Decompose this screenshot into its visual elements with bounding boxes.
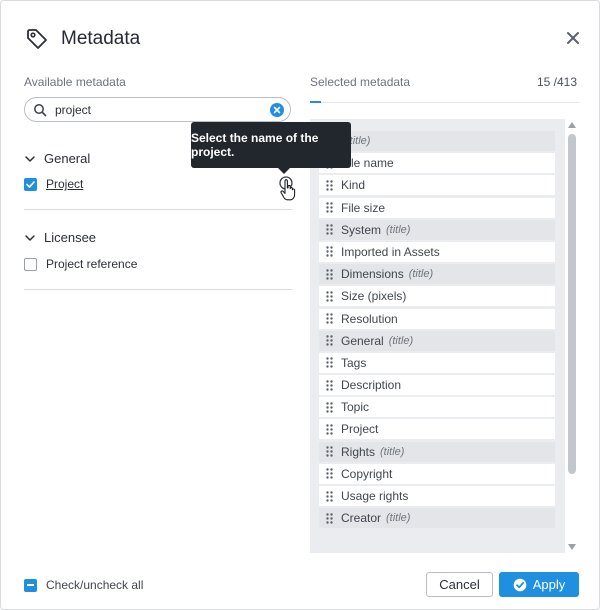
selected-row[interactable]: Usage rights [319,486,555,506]
cancel-button[interactable]: Cancel [426,572,493,597]
selected-row[interactable]: File name [319,153,555,174]
dialog-header: Metadata [25,27,140,51]
search-input[interactable] [55,102,255,117]
apply-button[interactable]: Apply [499,572,579,597]
selected-metadata-list[interactable]: (title) File name Kind File size System (titl… [310,119,565,553]
group-divider [24,209,292,210]
selected-row-label: Creator [341,511,382,526]
selected-row-label: Topic [341,400,370,415]
selected-row-label: Rights [341,444,376,459]
selected-row-label: Copyright [341,466,393,481]
check-all-toggle[interactable]: Check/uncheck all [24,578,143,592]
selected-title-row[interactable]: General (title) [319,330,555,351]
selected-title-row[interactable]: Creator (title) [319,508,555,529]
drag-handle-icon[interactable] [326,512,333,524]
selected-metadata-label: Selected metadata [310,75,411,89]
drag-handle-icon[interactable] [326,246,333,258]
selected-row-label: Description [341,378,402,393]
checkbox-project[interactable] [24,177,37,191]
chevron-down-icon [25,155,35,162]
drag-handle-icon[interactable] [326,313,333,324]
search-box [24,97,291,122]
group-label: Licensee [44,230,97,245]
selected-title-row[interactable]: (title) [319,131,555,151]
drag-handle-icon[interactable] [326,490,333,502]
drag-handle-icon[interactable] [326,357,333,369]
metadata-item-project-reference[interactable]: Project reference [24,257,137,271]
selected-row-label: File size [341,200,386,215]
selected-row-label: Tags [341,355,367,370]
selected-row-label: Imported in Assets [341,244,440,259]
selected-row[interactable]: Size (pixels) [319,286,555,307]
drag-handle-icon[interactable] [326,424,333,435]
selected-row-sublabel: (title) [386,223,411,236]
selected-row-label: Kind [341,178,366,193]
selected-row-label: General [341,333,384,348]
selected-divider [310,102,579,103]
chevron-down-icon [25,234,35,241]
drag-handle-icon[interactable] [326,379,333,391]
selected-row-label: Usage rights [341,489,409,503]
drag-handle-icon[interactable] [326,224,333,235]
apply-label[interactable]: Apply [533,577,566,592]
selected-title-row[interactable]: System (title) [319,219,555,240]
selected-row-sublabel: (title) [388,334,414,347]
selected-row[interactable]: Kind [319,175,555,196]
selected-title-row[interactable]: Rights (title) [319,441,555,462]
check-all-label[interactable]: Check/uncheck all [46,578,143,592]
drag-handle-icon[interactable] [326,446,333,457]
drag-handle-icon[interactable] [326,335,333,346]
drag-handle-icon[interactable] [326,180,333,191]
tooltip: Select the name of the project. [191,122,351,174]
drag-handle-icon[interactable] [326,468,333,480]
scrollbar-thumb[interactable] [568,134,576,474]
group-toggle-general[interactable]: General [24,151,90,166]
check-all-checkbox[interactable] [24,578,37,592]
item-label: Project reference [46,257,138,271]
scrollbar[interactable] [565,119,579,553]
selected-row[interactable]: Description [319,375,555,396]
tag-icon [27,29,47,49]
drag-handle-icon[interactable] [326,268,333,280]
metadata-dialog: Metadata Available metadata Selected met… [0,0,600,610]
drag-handle-icon[interactable] [326,402,333,413]
selected-row-label: Project [341,422,379,437]
close-icon[interactable] [565,30,581,46]
check-circle-icon [513,578,527,591]
search-icon [34,103,47,116]
hand-pointer-icon [280,179,296,201]
scroll-down-icon[interactable] [568,544,576,550]
dialog-title: Metadata [61,28,141,49]
drag-handle-icon[interactable] [326,202,333,213]
group-label: General [44,151,91,166]
clear-icon[interactable] [270,103,284,117]
drag-handle-icon[interactable] [326,291,333,302]
selected-row[interactable]: File size [319,197,555,218]
selected-row-label: Resolution [341,311,398,326]
selected-row[interactable]: Tags [319,352,555,373]
tooltip-text: Select the name of the project. [191,131,319,159]
selected-row[interactable]: Resolution [319,308,555,329]
selected-row-sublabel: (title) [408,268,434,281]
selected-row-sublabel: (title) [380,445,405,458]
metadata-item-project[interactable]: Project [24,177,83,191]
selected-row[interactable]: Topic [319,397,555,418]
selected-row[interactable]: Project [319,419,555,440]
selected-title-row[interactable]: Dimensions (title) [319,264,555,285]
selected-row-label: System [341,222,382,237]
item-label[interactable]: Project [46,177,83,191]
checkbox-project-reference[interactable] [24,257,37,271]
scroll-up-icon[interactable] [568,122,576,128]
group-divider [24,289,292,290]
selected-list-inner: (title) File name Kind File size System (titl… [310,131,565,530]
group-toggle-licensee[interactable]: Licensee [24,230,96,245]
selected-row[interactable]: Imported in Assets [319,241,555,262]
selected-row-label: Size (pixels) [341,289,407,304]
selected-divider-accent [310,101,321,103]
selected-row[interactable]: Copyright [319,463,555,484]
selected-count: 15 /413 [536,75,577,89]
selected-row-label: Dimensions [341,267,404,282]
selected-row-sublabel: (title) [386,512,411,525]
available-metadata-label: Available metadata [24,75,126,89]
